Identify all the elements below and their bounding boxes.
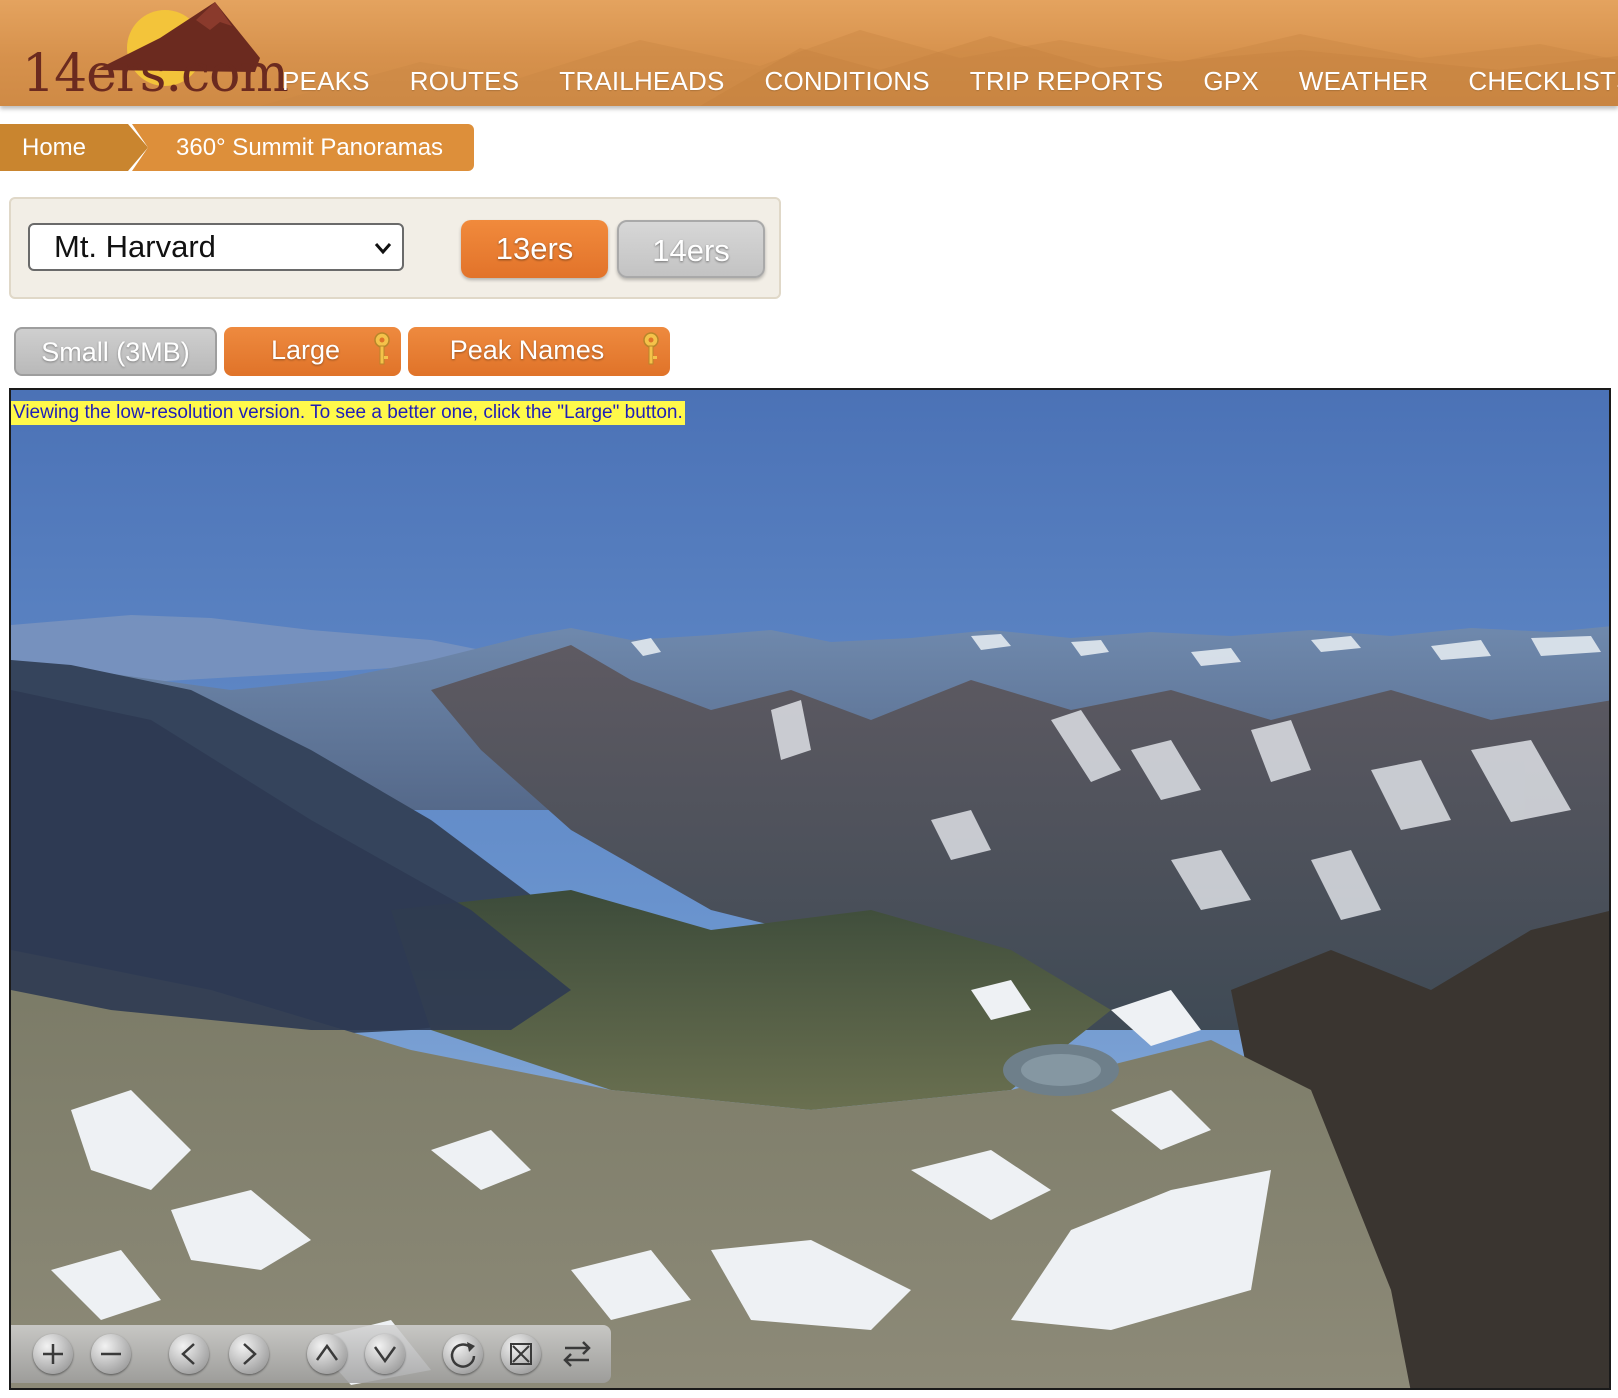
small-size-label: Small (3MB) bbox=[41, 337, 190, 367]
logo-wordmark: 14ers.com bbox=[22, 44, 289, 104]
nav-weather[interactable]: WEATHER bbox=[1299, 66, 1428, 97]
nav-peaks[interactable]: PEAKS bbox=[282, 66, 370, 97]
pan-left-button[interactable] bbox=[169, 1334, 209, 1374]
zoom-in-button[interactable] bbox=[33, 1334, 73, 1374]
chevron-right-icon bbox=[243, 1343, 257, 1365]
peak-dropdown[interactable]: Mt. Harvard bbox=[28, 223, 404, 271]
swap-direction-button[interactable] bbox=[557, 1334, 597, 1374]
fullscreen-button[interactable] bbox=[501, 1334, 541, 1374]
nav-conditions[interactable]: CONDITIONS bbox=[765, 66, 930, 97]
key-icon bbox=[643, 332, 659, 365]
filter-14ers-button[interactable]: 14ers bbox=[617, 220, 765, 278]
site-header: 14ers.com PEAKS ROUTES TRAILHEADS CONDIT… bbox=[0, 0, 1618, 106]
nav-gpx[interactable]: GPX bbox=[1203, 66, 1259, 97]
auto-rotate-button[interactable] bbox=[443, 1334, 483, 1374]
rotate-icon bbox=[450, 1342, 476, 1368]
peak-names-label: Peak Names bbox=[449, 335, 605, 365]
zoom-out-button[interactable] bbox=[91, 1334, 131, 1374]
chevron-left-icon bbox=[181, 1343, 195, 1365]
chevron-down-icon bbox=[374, 243, 392, 255]
viewer-control-bar bbox=[11, 1325, 611, 1383]
nav-trailheads[interactable]: TRAILHEADS bbox=[559, 66, 724, 97]
peak-selector-panel: Mt. Harvard 13ers 14ers bbox=[9, 197, 781, 299]
panorama-viewer[interactable]: Viewing the low-resolution version. To s… bbox=[9, 388, 1611, 1390]
nav-trip-reports[interactable]: TRIP REPORTS bbox=[970, 66, 1164, 97]
large-size-button[interactable]: Large bbox=[224, 327, 401, 376]
breadcrumb-home[interactable]: Home bbox=[0, 124, 148, 171]
fullscreen-icon bbox=[510, 1343, 532, 1365]
chevron-down-icon bbox=[373, 1346, 397, 1364]
peak-names-button[interactable]: Peak Names bbox=[408, 327, 670, 376]
site-logo[interactable]: 14ers.com bbox=[10, 0, 289, 106]
chevron-up-icon bbox=[315, 1343, 339, 1361]
nav-checklists[interactable]: CHECKLISTS bbox=[1468, 66, 1618, 97]
filter-13ers-button[interactable]: 13ers bbox=[461, 220, 608, 278]
small-size-button[interactable]: Small (3MB) bbox=[14, 327, 217, 376]
pan-right-button[interactable] bbox=[229, 1334, 269, 1374]
main-nav: PEAKS ROUTES TRAILHEADS CONDITIONS TRIP … bbox=[282, 66, 1618, 97]
low-resolution-notice: Viewing the low-resolution version. To s… bbox=[11, 401, 685, 425]
minus-icon bbox=[101, 1352, 121, 1356]
large-size-label: Large bbox=[270, 335, 341, 365]
peak-dropdown-value: Mt. Harvard bbox=[54, 229, 216, 264]
breadcrumb-current: 360° Summit Panoramas bbox=[132, 124, 474, 171]
swap-arrows-icon bbox=[563, 1341, 591, 1367]
plus-icon bbox=[43, 1344, 63, 1364]
key-icon bbox=[374, 332, 390, 365]
tilt-down-button[interactable] bbox=[365, 1334, 405, 1374]
panorama-image[interactable] bbox=[11, 390, 1611, 1390]
tilt-up-button[interactable] bbox=[307, 1334, 347, 1374]
nav-routes[interactable]: ROUTES bbox=[410, 66, 520, 97]
